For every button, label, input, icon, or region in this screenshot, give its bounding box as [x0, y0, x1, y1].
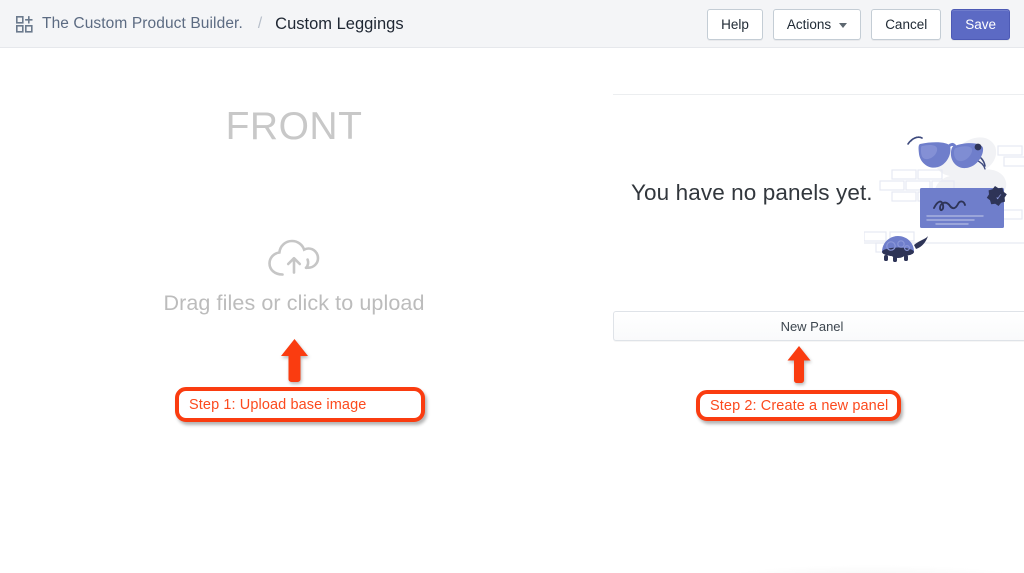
- canvas-pane: FRONT Drag files or click to upload: [0, 48, 588, 573]
- empty-state-title: You have no panels yet.: [631, 180, 873, 206]
- step-1-up-arrow-icon: [275, 337, 315, 383]
- actions-button[interactable]: Actions: [773, 9, 861, 40]
- page-title: Custom Leggings: [275, 15, 403, 34]
- cancel-button-label: Cancel: [885, 17, 927, 32]
- new-panel-button-label: New Panel: [781, 319, 844, 334]
- save-button-label: Save: [965, 17, 996, 32]
- upload-prompt-text: Drag files or click to upload: [0, 291, 588, 316]
- actions-button-label: Actions: [787, 17, 831, 32]
- new-panel-button[interactable]: New Panel: [613, 311, 1024, 341]
- chevron-down-icon: [839, 23, 847, 28]
- app-window: The Custom Product Builder. / Custom Leg…: [0, 0, 1024, 573]
- step-2-annotation-box: Step 2: Create a new panel: [696, 390, 901, 421]
- step-1-annotation-box: Step 1: Upload base image: [175, 387, 425, 422]
- cloud-upload-icon: [266, 238, 322, 278]
- canvas-side-label: FRONT: [0, 105, 588, 149]
- upload-dropzone[interactable]: Drag files or click to upload: [0, 238, 588, 316]
- top-bar-actions: Help Actions Cancel Save: [707, 0, 1010, 48]
- help-button-label: Help: [721, 17, 749, 32]
- panels-pane: You have no panels yet.: [588, 48, 1024, 573]
- panels-divider: [613, 94, 1024, 95]
- breadcrumb-separator: /: [258, 15, 262, 33]
- step-2-annotation-text: Step 2: Create a new panel: [700, 398, 888, 414]
- step-1-annotation-text: Step 1: Upload base image: [179, 397, 366, 413]
- breadcrumb: The Custom Product Builder. / Custom Leg…: [16, 0, 404, 48]
- help-button[interactable]: Help: [707, 9, 763, 40]
- brand-name[interactable]: The Custom Product Builder.: [42, 15, 243, 33]
- bottom-shadow: [718, 565, 1024, 573]
- panels-empty-state: You have no panels yet.: [588, 108, 1024, 303]
- cancel-button[interactable]: Cancel: [871, 9, 941, 40]
- save-button[interactable]: Save: [951, 9, 1010, 40]
- svg-text:✓: ✓: [995, 192, 1003, 202]
- top-bar: The Custom Product Builder. / Custom Leg…: [0, 0, 1024, 48]
- step-2-up-arrow-icon: [782, 344, 816, 384]
- grid-plus-icon[interactable]: [16, 16, 33, 33]
- sunglasses-certificate-turtle-illustration: ✓: [864, 112, 1024, 272]
